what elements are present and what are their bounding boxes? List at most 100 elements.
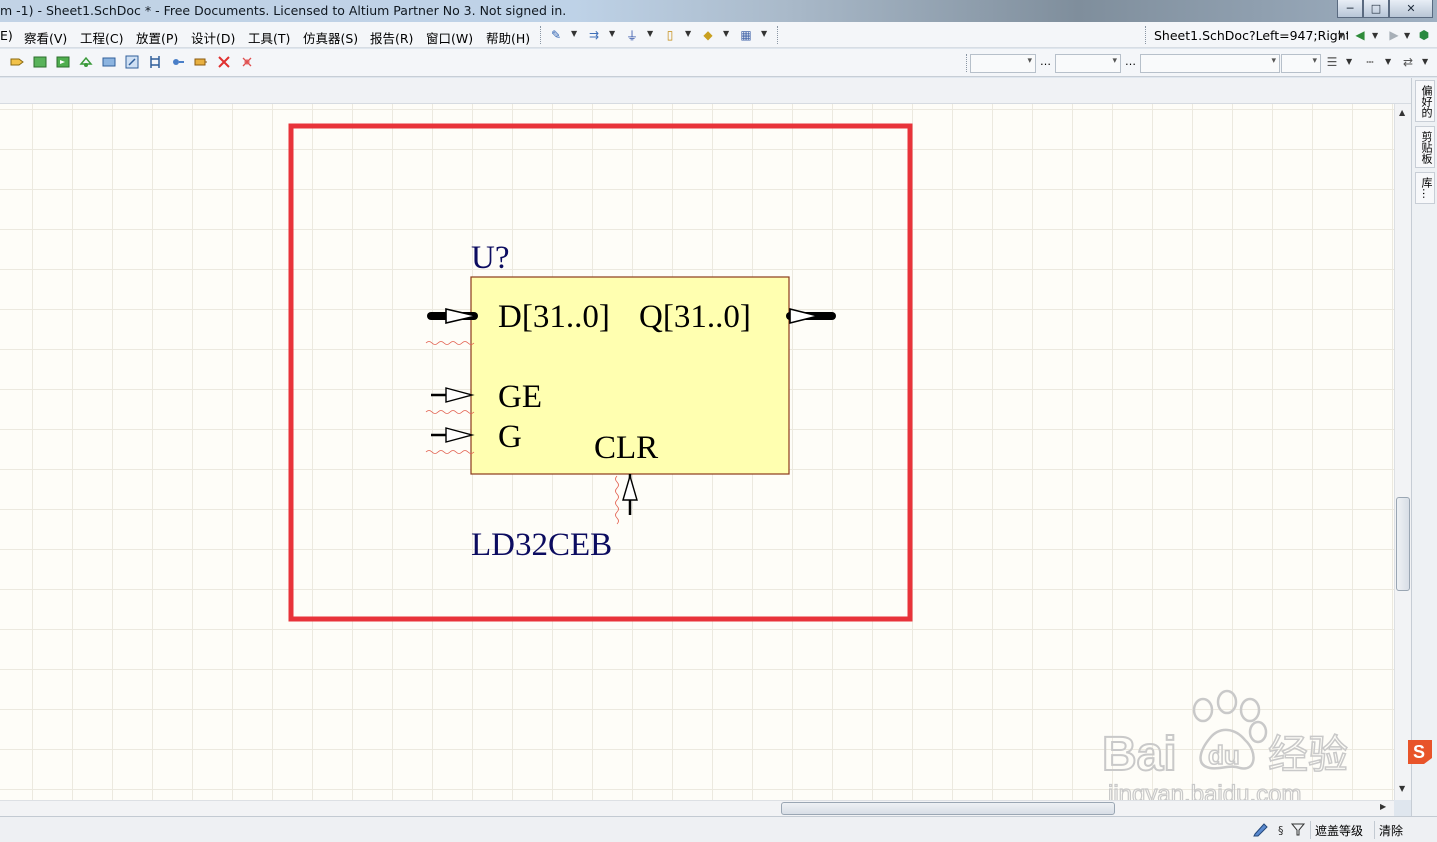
minimize-button[interactable]: ─ (1337, 0, 1363, 18)
swap-icon[interactable]: ⇄ (1400, 54, 1416, 70)
filter-icon[interactable]: § (1278, 821, 1308, 837)
place-device-sheet-icon[interactable] (79, 55, 93, 69)
grid-icon[interactable]: ▦ (738, 27, 754, 43)
chevron-down-icon[interactable]: ▼ (685, 29, 691, 38)
baidu-watermark-logo: Bai du 经验 jingyan.baidu.com (1101, 689, 1349, 800)
toolbar-separator (966, 54, 967, 72)
chevron-down-icon[interactable]: ▼ (1422, 57, 1428, 66)
mask-level-button[interactable]: 遮盖等级 (1310, 821, 1367, 839)
status-bar: § 遮盖等级 清除 (0, 816, 1437, 842)
clear-button[interactable]: 清除 (1374, 821, 1407, 839)
toolbar-separator (777, 26, 778, 44)
menu-help[interactable]: 帮助(H) (486, 28, 530, 47)
power-port-icon[interactable]: ⏚ (624, 27, 640, 43)
wiring-tools-icon[interactable]: ✎ (548, 27, 564, 43)
pin-clr[interactable] (615, 473, 638, 525)
placement-toolbar: … … ☰ ▼ ┅ ▼ ⇄ ▼ (0, 49, 1437, 77)
document-address-text: Sheet1.SchDoc?Left=947;Right= (1154, 28, 1348, 43)
menu-window[interactable]: 窗口(W) (426, 28, 473, 47)
chevron-down-icon[interactable]: ▼ (609, 29, 615, 38)
toolbar-separator (540, 26, 541, 44)
chevron-down-icon[interactable]: ▼ (1346, 57, 1352, 66)
pen-edit-icon[interactable] (1252, 821, 1270, 837)
dock-tab-clipboard[interactable]: 剪贴板 (1415, 126, 1435, 168)
forward-icon[interactable]: ▶ (1386, 27, 1402, 43)
back-icon[interactable]: ◀ (1352, 27, 1368, 43)
pin-d-label: D[31..0] (498, 299, 610, 335)
menu-simulator[interactable]: 仿真器(S) (303, 28, 358, 47)
pin-q[interactable] (786, 307, 836, 325)
filter-combo-3[interactable] (1140, 54, 1280, 73)
sogou-ime-icon[interactable]: S (1404, 736, 1436, 768)
pin-g-label: G (498, 419, 522, 455)
filter-combo-1[interactable] (970, 54, 1036, 73)
place-port-icon[interactable] (10, 55, 24, 69)
place-harness-entry-icon[interactable] (125, 55, 139, 69)
line-width-icon[interactable]: ☰ (1324, 54, 1340, 70)
place-harness-icon[interactable] (102, 55, 116, 69)
simulation-source-icon[interactable]: ◆ (700, 27, 716, 43)
maximize-button[interactable]: □ (1363, 0, 1389, 18)
menu-place[interactable]: 放置(P) (136, 28, 178, 47)
component-part-name[interactable]: LD32CEB (471, 527, 612, 563)
scroll-up-icon[interactable]: ▲ (1399, 108, 1405, 117)
menu-design[interactable]: 设计(D) (191, 28, 235, 47)
chevron-down-icon[interactable]: ▼ (1338, 31, 1344, 40)
menu-edit[interactable]: E) (0, 28, 13, 43)
horizontal-scroll-thumb[interactable] (781, 802, 1115, 815)
chevron-down-icon[interactable]: ▼ (761, 29, 767, 38)
scroll-right-icon[interactable]: ▶ (1380, 802, 1386, 811)
menu-project[interactable]: 工程(C) (80, 28, 123, 47)
dock-tab-libraries[interactable]: 库… (1415, 172, 1435, 204)
menu-reports[interactable]: 报告(R) (370, 28, 413, 47)
place-directive-icon[interactable] (194, 55, 208, 69)
no-erc-cross-icon[interactable] (217, 55, 231, 69)
pin-g[interactable] (425, 427, 475, 454)
place-bus-entry-icon[interactable] (171, 55, 185, 69)
home-icon[interactable]: ⬢ (1416, 27, 1432, 43)
title-bar: m -1) - Sheet1.SchDoc * - Free Documents… (0, 0, 1437, 22)
chevron-down-icon[interactable]: ▼ (1372, 31, 1378, 40)
chevron-down-icon[interactable]: ▼ (647, 29, 653, 38)
menu-tools[interactable]: 工具(T) (248, 28, 290, 47)
digital-device-icon[interactable]: ▯ (662, 27, 678, 43)
place-sheet-symbol-icon[interactable] (33, 55, 47, 69)
component-designator[interactable]: U? (471, 240, 509, 276)
pin-q-label: Q[31..0] (639, 299, 751, 335)
chevron-down-icon[interactable]: ▼ (1385, 57, 1391, 66)
right-panel-dock: 偏好的 剪贴板 库… S (1408, 78, 1437, 816)
document-address-field[interactable]: Sheet1.SchDoc?Left=947;Right= (1150, 24, 1348, 46)
vertical-scroll-thumb[interactable] (1396, 497, 1410, 591)
svg-text:S: S (1413, 742, 1425, 762)
align-tools-icon[interactable]: ⇉ (586, 27, 602, 43)
horizontal-scrollbar[interactable]: ▶ (0, 800, 1394, 816)
scroll-down-icon[interactable]: ▼ (1399, 784, 1405, 793)
watermark-brand-suffix: du (1208, 740, 1240, 770)
chevron-down-icon[interactable]: ▼ (723, 29, 729, 38)
window-title: m -1) - Sheet1.SchDoc * - Free Documents… (0, 3, 567, 18)
place-signal-harness-icon[interactable] (148, 55, 162, 69)
svg-text:§: § (1278, 824, 1284, 837)
line-style-icon[interactable]: ┅ (1362, 54, 1378, 70)
pin-ge-label: GE (498, 379, 542, 415)
schematic-canvas[interactable]: U? D[31..0] Q[31..0] GE G CLR LD32CEB Ba… (0, 104, 1394, 800)
vertical-scrollbar[interactable]: ▲ ▼ (1394, 104, 1411, 800)
ellipsis-icon: … (1040, 55, 1051, 68)
dock-tab-favorites[interactable]: 偏好的 (1415, 80, 1435, 122)
filter-combo-2[interactable] (1055, 54, 1121, 73)
close-button[interactable]: ✕ (1389, 0, 1433, 18)
compile-mask-icon[interactable] (240, 55, 254, 69)
chevron-down-icon[interactable]: ▼ (571, 29, 577, 38)
watermark-url: jingyan.baidu.com (1107, 781, 1301, 800)
pin-clr-label: CLR (594, 430, 658, 466)
toolbar-separator (1145, 26, 1146, 44)
filter-combo-4[interactable] (1281, 54, 1321, 73)
pin-d[interactable] (425, 307, 478, 345)
menu-view[interactable]: 察看(V) (24, 28, 67, 47)
document-tab-strip (0, 78, 1411, 104)
pin-ge[interactable] (425, 387, 475, 414)
watermark-brand: Bai (1102, 728, 1177, 781)
place-sheet-entry-icon[interactable] (56, 55, 70, 69)
ellipsis-icon: … (1125, 55, 1136, 68)
chevron-down-icon[interactable]: ▼ (1404, 31, 1410, 40)
